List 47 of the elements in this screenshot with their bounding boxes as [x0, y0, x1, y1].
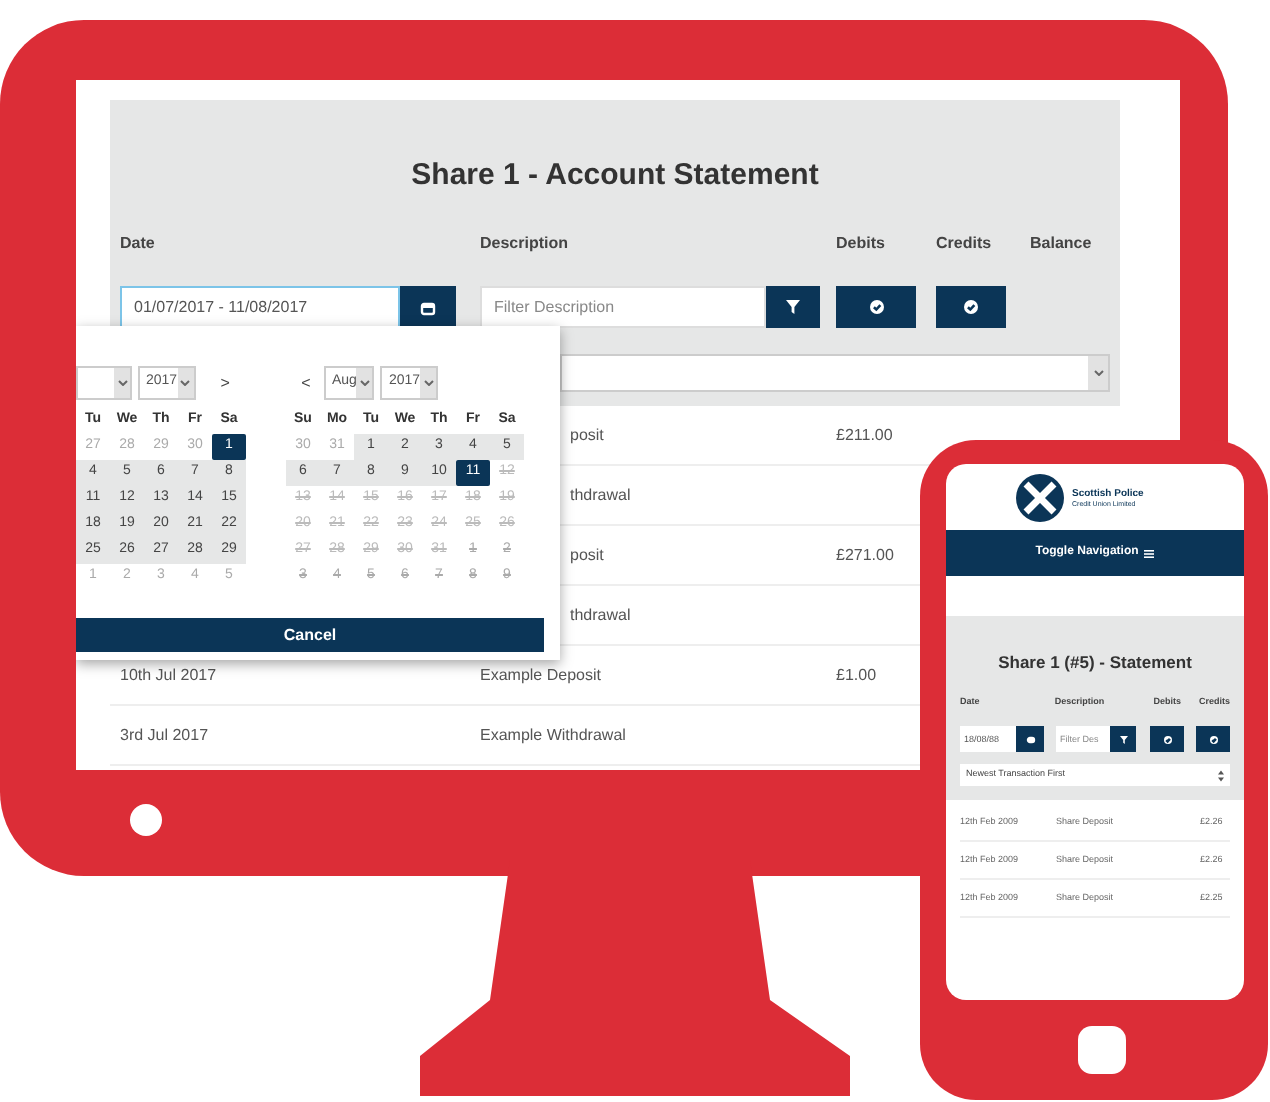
debits-button[interactable]: [836, 286, 916, 328]
chevron-down-icon: [1093, 370, 1103, 376]
filter-button[interactable]: [1110, 726, 1136, 752]
menu-icon: [1144, 549, 1155, 557]
filter-button[interactable]: [766, 286, 820, 328]
column-label: Debits: [836, 232, 885, 256]
chevron-down-icon: [423, 380, 434, 386]
calendar-icon: [1025, 734, 1035, 744]
check-circle-icon: [869, 300, 883, 314]
page-title: Share 1 (#5) - Statement: [998, 649, 1192, 675]
up-down-arrows-icon: [1218, 769, 1224, 781]
table-cell: £211.00: [836, 423, 893, 447]
table-cell: £271.00: [836, 543, 894, 567]
column-label: Balance: [1030, 232, 1092, 256]
date-range-field[interactable]: 01/07/2017 - 11/08/2017: [120, 286, 400, 328]
debits-button[interactable]: [1150, 726, 1184, 752]
table-cell: thdrawal: [570, 483, 631, 507]
filter-icon: [786, 300, 800, 314]
check-circle-icon: [1163, 735, 1171, 743]
table-cell: posit: [570, 423, 604, 447]
table-cell: 3rd Jul 2017: [120, 723, 209, 747]
filter-icon: [1119, 735, 1127, 743]
table-cell: 10th Jul 2017: [120, 663, 217, 687]
table-cell: £1.00: [836, 663, 877, 687]
column-label: Credits: [936, 232, 992, 256]
filter-field[interactable]: Filter Description: [480, 286, 766, 328]
chevron-down-icon: [180, 380, 191, 386]
credits-button[interactable]: [936, 286, 1006, 328]
chevron-down-icon: [117, 380, 127, 386]
credits-button[interactable]: [1196, 726, 1230, 752]
table-cell: thdrawal: [570, 603, 631, 627]
check-circle-icon: [1209, 735, 1217, 743]
calendar-button[interactable]: [1016, 726, 1044, 752]
table-cell: Example Withdrawal: [480, 723, 626, 747]
column-label: Description: [480, 232, 569, 256]
column-label: Date: [120, 232, 155, 256]
prev-month-button[interactable]: <: [296, 371, 316, 395]
saltire-logo-icon: [1016, 473, 1064, 521]
calendar-button[interactable]: [400, 286, 456, 328]
calendar-icon: [420, 299, 436, 315]
check-circle-icon: [964, 300, 978, 314]
chevron-down-icon: [359, 380, 370, 386]
next-month-button[interactable]: >: [215, 371, 236, 395]
table-cell: Example Deposit: [480, 663, 601, 687]
cancel-button[interactable]: Cancel: [76, 618, 544, 652]
page-title: Share 1 - Account Statement: [411, 155, 819, 196]
table-cell: posit: [570, 543, 604, 567]
